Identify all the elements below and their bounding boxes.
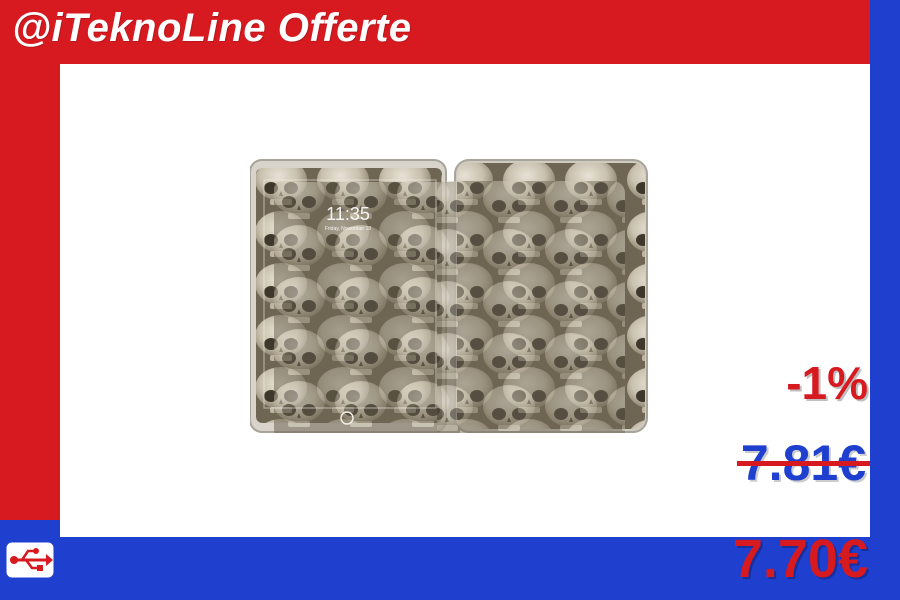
lock-date: Friday, November 18 (325, 226, 372, 232)
product-image[interactable]: 11:35 Friday, November 18 (250, 158, 650, 433)
strike-through-line (736, 461, 870, 466)
lock-time: 11:35 (326, 204, 370, 224)
usb-monitor-icon (3, 539, 57, 592)
left-border-red (0, 0, 60, 540)
old-price: 7.81€ (736, 434, 870, 492)
brand-title: @iTeknoLine Offerte (12, 6, 412, 50)
discount-label: -1% (786, 357, 868, 409)
new-price: 7.70€ (732, 529, 868, 589)
right-border-blue (870, 0, 900, 600)
